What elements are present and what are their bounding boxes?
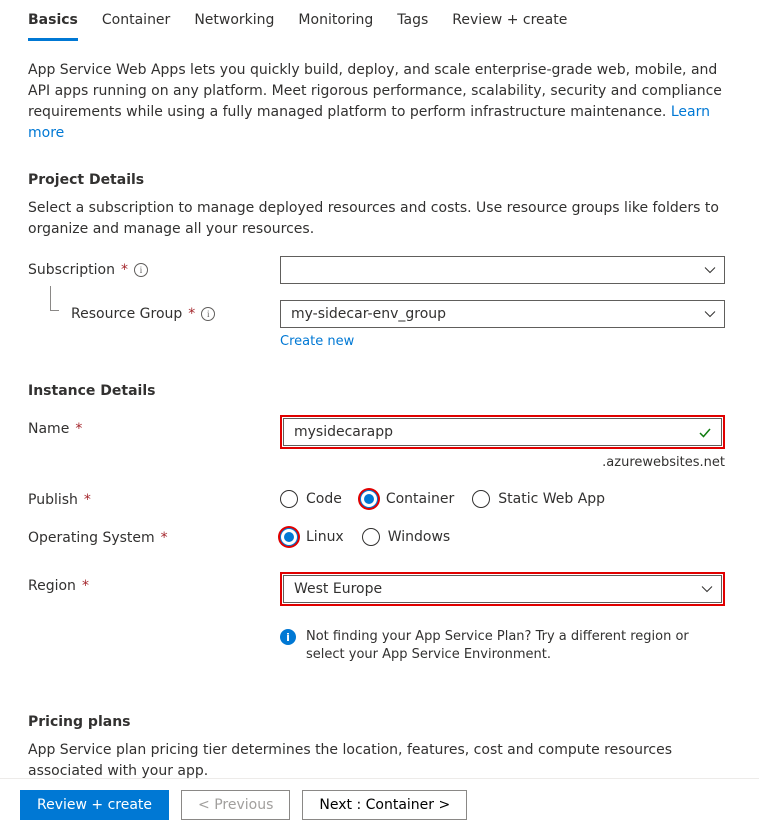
project-details-desc: Select a subscription to manage deployed… bbox=[28, 198, 731, 240]
previous-button[interactable]: < Previous bbox=[181, 790, 290, 820]
domain-suffix: .azurewebsites.net bbox=[280, 455, 725, 470]
review-create-button[interactable]: Review + create bbox=[20, 790, 169, 820]
name-input[interactable] bbox=[294, 419, 693, 445]
row-name: Name * .azurewebsites.net bbox=[28, 415, 731, 470]
required-marker: * bbox=[75, 421, 82, 437]
name-input-wrapper bbox=[283, 418, 722, 446]
pricing-desc-text: App Service plan pricing tier determines… bbox=[28, 742, 672, 778]
resource-group-create-new-link[interactable]: Create new bbox=[280, 334, 354, 349]
instance-details-title: Instance Details bbox=[28, 383, 731, 399]
row-region: Region * West Europe i Not finding your … bbox=[28, 572, 731, 664]
footer-bar: Review + create < Previous Next : Contai… bbox=[0, 778, 759, 831]
subscription-label: Subscription bbox=[28, 262, 115, 278]
publish-radio-code[interactable]: Code bbox=[280, 490, 342, 508]
publish-radio-static[interactable]: Static Web App bbox=[472, 490, 605, 508]
publish-code-label: Code bbox=[306, 491, 342, 507]
pricing-title: Pricing plans bbox=[28, 714, 731, 730]
region-label: Region bbox=[28, 578, 76, 594]
subscription-select[interactable] bbox=[280, 256, 725, 284]
region-hint-text: Not finding your App Service Plan? Try a… bbox=[306, 628, 725, 664]
tab-networking[interactable]: Networking bbox=[194, 4, 274, 41]
info-icon: i bbox=[280, 629, 296, 645]
chevron-down-icon bbox=[704, 264, 716, 276]
tab-monitoring[interactable]: Monitoring bbox=[298, 4, 373, 41]
publish-container-label: Container bbox=[386, 491, 454, 507]
required-marker: * bbox=[84, 492, 91, 508]
tab-container[interactable]: Container bbox=[102, 4, 170, 41]
required-marker: * bbox=[161, 530, 168, 546]
info-icon[interactable]: i bbox=[134, 263, 148, 277]
required-marker: * bbox=[82, 578, 89, 594]
resource-group-label: Resource Group bbox=[71, 306, 182, 322]
publish-radio-container[interactable]: Container bbox=[360, 490, 454, 508]
info-icon[interactable]: i bbox=[201, 307, 215, 321]
row-publish: Publish * Code Container Static Web App bbox=[28, 486, 731, 508]
publish-static-label: Static Web App bbox=[498, 491, 605, 507]
required-marker: * bbox=[188, 306, 195, 322]
project-details-title: Project Details bbox=[28, 172, 731, 188]
row-subscription: Subscription * i bbox=[28, 256, 731, 284]
region-select[interactable]: West Europe bbox=[283, 575, 722, 603]
chevron-down-icon bbox=[704, 308, 716, 320]
os-radio-linux[interactable]: Linux bbox=[280, 528, 344, 546]
region-hint: i Not finding your App Service Plan? Try… bbox=[280, 628, 725, 664]
intro-text: App Service Web Apps lets you quickly bu… bbox=[28, 60, 731, 144]
os-label: Operating System bbox=[28, 530, 155, 546]
os-linux-label: Linux bbox=[306, 529, 344, 545]
chevron-down-icon bbox=[701, 583, 713, 595]
intro-body: App Service Web Apps lets you quickly bu… bbox=[28, 62, 722, 120]
row-os: Operating System * Linux Windows bbox=[28, 524, 731, 546]
tab-tags[interactable]: Tags bbox=[397, 4, 428, 41]
pricing-desc: App Service plan pricing tier determines… bbox=[28, 740, 731, 778]
os-windows-label: Windows bbox=[388, 529, 451, 545]
name-label: Name bbox=[28, 421, 69, 437]
check-icon bbox=[699, 427, 711, 439]
tab-bar: Basics Container Networking Monitoring T… bbox=[28, 0, 731, 42]
indent-connector bbox=[50, 286, 59, 311]
row-resource-group: Resource Group * i my-sidecar-env_group … bbox=[28, 300, 731, 349]
resource-group-value: my-sidecar-env_group bbox=[291, 306, 446, 322]
tab-basics[interactable]: Basics bbox=[28, 4, 78, 41]
tab-review[interactable]: Review + create bbox=[452, 4, 567, 41]
required-marker: * bbox=[121, 262, 128, 278]
resource-group-select[interactable]: my-sidecar-env_group bbox=[280, 300, 725, 328]
region-value: West Europe bbox=[294, 581, 382, 597]
os-radio-windows[interactable]: Windows bbox=[362, 528, 451, 546]
publish-label: Publish bbox=[28, 492, 78, 508]
next-button[interactable]: Next : Container > bbox=[302, 790, 467, 820]
